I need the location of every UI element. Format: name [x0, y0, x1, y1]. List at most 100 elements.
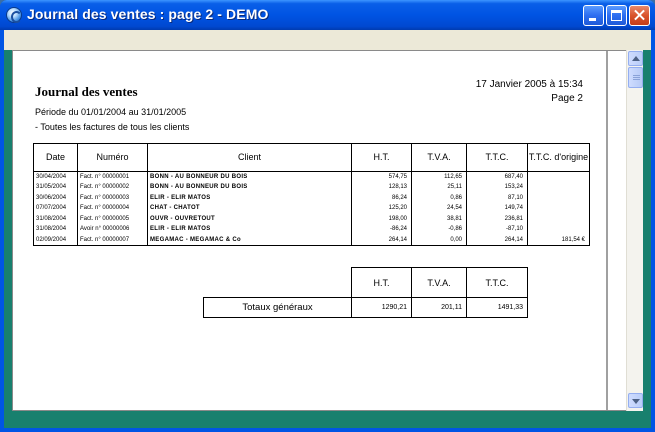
title-bar[interactable]: Journal des ventes : page 2 - DEMO — [0, 0, 655, 30]
window-title: Journal des ventes : page 2 - DEMO — [27, 6, 269, 22]
totals-label: Totaux généraux — [203, 297, 352, 318]
cell-ttc: 153,24 — [466, 182, 528, 193]
cell-date: 31/08/2004 — [33, 224, 78, 235]
toolbar-band — [4, 30, 651, 50]
cell-numero: Fact. n° 00000005 — [77, 213, 148, 224]
col-header-date: Date — [33, 143, 78, 172]
preview-viewport[interactable]: Journal des ventes 17 Janvier 2005 à 15:… — [12, 50, 627, 411]
cell-ht: 125,20 — [351, 203, 412, 214]
app-icon[interactable] — [6, 7, 22, 23]
col-header-ttc-origine: T.T.C. d'origine — [527, 143, 590, 172]
report-date: 17 Janvier 2005 à 15:34 — [475, 79, 583, 90]
table-row: 07/07/2004 Fact. n° 00000004 CHAT - CHAT… — [33, 203, 590, 214]
cell-ttc: 87,10 — [466, 192, 528, 203]
table-row: 31/05/2004 Fact. n° 00000002 BONN - AU B… — [33, 182, 590, 193]
cell-ttc: 687,40 — [466, 171, 528, 182]
cell-ttc: 236,81 — [466, 213, 528, 224]
totals-header-tva: T.V.A. — [411, 267, 467, 298]
report-filter: - Toutes les factures de tous les client… — [35, 122, 190, 132]
cell-numero: Fact. n° 00000007 — [77, 234, 148, 246]
totals-header-ht: H.T. — [351, 267, 412, 298]
cell-ttc-origine — [527, 203, 590, 214]
cell-tva: -0,86 — [411, 224, 467, 235]
cell-ht: 86,24 — [351, 192, 412, 203]
report-period: Période du 01/01/2004 au 31/01/2005 — [35, 107, 187, 117]
totals-table: H.T. T.V.A. T.T.C. Totaux généraux 1290,… — [203, 267, 528, 318]
cell-numero: Fact. n° 00000003 — [77, 192, 148, 203]
col-header-numero: Numéro — [77, 143, 148, 172]
vertical-scrollbar[interactable] — [626, 50, 643, 411]
cell-ttc-origine — [527, 171, 590, 182]
cell-tva: 25,11 — [411, 182, 467, 193]
totals-tva: 201,11 — [411, 297, 467, 318]
cell-date: 02/09/2004 — [33, 234, 78, 246]
col-header-ttc: T.T.C. — [466, 143, 528, 172]
col-header-ht: H.T. — [351, 143, 412, 172]
cell-date: 31/08/2004 — [33, 213, 78, 224]
arrow-up-icon — [632, 56, 640, 61]
sales-table: Date Numéro Client H.T. T.V.A. T.T.C. T.… — [33, 143, 590, 246]
table-row: 31/08/2004 Fact. n° 00000005 OUVR - OUVR… — [33, 213, 590, 224]
cell-date: 31/05/2004 — [33, 182, 78, 193]
cell-ttc: -87,10 — [466, 224, 528, 235]
table-row: 30/06/2004 Fact. n° 00000003 ELIR - ELIR… — [33, 192, 590, 203]
cell-ttc-origine: 181,54 € — [527, 234, 590, 246]
cell-tva: 0,00 — [411, 234, 467, 246]
cell-date: 30/06/2004 — [33, 192, 78, 203]
table-row: 31/08/2004 Avoir n° 00000006 ELIR - ELIR… — [33, 224, 590, 235]
grip-line — [633, 79, 640, 80]
cell-tva: 38,81 — [411, 213, 467, 224]
grip-line — [633, 75, 640, 76]
report-title: Journal des ventes — [35, 84, 138, 99]
col-header-tva: T.V.A. — [411, 143, 467, 172]
client-area: Journal des ventes 17 Janvier 2005 à 15:… — [4, 30, 651, 428]
cell-numero: Avoir n° 00000006 — [77, 224, 148, 235]
table-header-row: Date Numéro Client H.T. T.V.A. T.T.C. T.… — [33, 143, 590, 172]
cell-ht: 128,13 — [351, 182, 412, 193]
report-page: Journal des ventes 17 Janvier 2005 à 15:… — [13, 51, 608, 410]
minimize-button[interactable] — [583, 5, 604, 26]
maximize-button[interactable] — [606, 5, 627, 26]
totals-header-ttc: T.T.C. — [466, 267, 528, 298]
cell-date: 30/04/2004 — [33, 171, 78, 182]
cell-ht: 198,00 — [351, 213, 412, 224]
scroll-thumb[interactable] — [628, 67, 643, 88]
cell-client: OUVR - OUVRETOUT — [147, 213, 352, 224]
cell-tva: 0,86 — [411, 192, 467, 203]
cell-numero: Fact. n° 00000002 — [77, 182, 148, 193]
cell-ttc-origine — [527, 213, 590, 224]
cell-client: CHAT - CHATOT — [147, 203, 352, 214]
cell-numero: Fact. n° 00000001 — [77, 171, 148, 182]
cell-client: ELIR - ELIR MATOS — [147, 224, 352, 235]
cell-ttc-origine — [527, 182, 590, 193]
cell-tva: 112,65 — [411, 171, 467, 182]
cell-ttc: 149,74 — [466, 203, 528, 214]
maximize-icon — [611, 10, 622, 21]
cell-client: BONN - AU BONNEUR DU BOIS — [147, 182, 352, 193]
cell-client: BONN - AU BONNEUR DU BOIS — [147, 171, 352, 182]
table-row: 30/04/2004 Fact. n° 00000001 BONN - AU B… — [33, 171, 590, 182]
cell-client: MEGAMAC - MEGAMAC & Co — [147, 234, 352, 246]
totals-header-row: H.T. T.V.A. T.T.C. — [204, 267, 528, 298]
grip-line — [633, 77, 640, 78]
totals-header-spacer — [204, 268, 352, 298]
close-button[interactable] — [629, 5, 650, 26]
report-page-number: Page 2 — [551, 93, 583, 104]
cell-tva: 24,54 — [411, 203, 467, 214]
cell-numero: Fact. n° 00000004 — [77, 203, 148, 214]
scroll-up-button[interactable] — [628, 51, 643, 66]
totals-ht: 1290,21 — [351, 297, 412, 318]
cell-ht: 264,14 — [351, 234, 412, 246]
cell-ttc: 264,14 — [466, 234, 528, 246]
arrow-down-icon — [632, 399, 640, 404]
totals-ttc: 1491,33 — [466, 297, 528, 318]
cell-client: ELIR - ELIR MATOS — [147, 192, 352, 203]
cell-date: 07/07/2004 — [33, 203, 78, 214]
minimize-icon — [589, 18, 596, 21]
cell-ttc-origine — [527, 224, 590, 235]
cell-ttc-origine — [527, 192, 590, 203]
close-icon — [630, 6, 649, 25]
cell-ht: 574,75 — [351, 171, 412, 182]
col-header-client: Client — [147, 143, 352, 172]
scroll-down-button[interactable] — [628, 393, 643, 408]
